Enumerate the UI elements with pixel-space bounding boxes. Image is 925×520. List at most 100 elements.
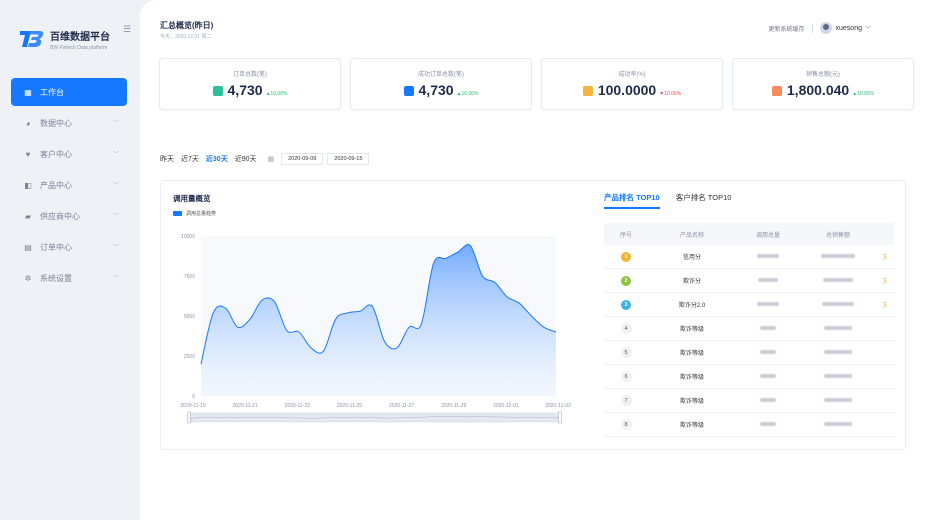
dashboard-icon: ▦	[24, 87, 32, 97]
table-row[interactable]: 6 欺诈等级	[604, 365, 894, 389]
product-name: 欺诈等级	[679, 399, 704, 405]
kpi-change: ▲10.00%	[457, 91, 479, 97]
avatar[interactable]	[819, 22, 832, 34]
table-row[interactable]: 3 欺诈分2.0 ＄	[604, 293, 894, 317]
table-row[interactable]: 4 欺诈等级	[604, 317, 894, 341]
kpi-value: 4,730	[418, 82, 454, 98]
product-name: 欺诈等级	[679, 351, 704, 357]
calendar-icon[interactable]: ▦	[268, 155, 275, 163]
range-filter-3[interactable]: 近90天	[235, 154, 257, 164]
sidebar-menu: ▦ 工作台 ◕ 数据中心 ﹀ ♥ 客户中心 ﹀ ◧ 产品中心 ﹀ ▰ 供应商中心 ﹀ ▤ 订单中心 ﹀ ✲ 系统设置…	[11, 78, 127, 295]
app-root: 百维数据平台 BW Fintech Data platform ☰ ▦ 工作台 ◕ 数…	[0, 0, 925, 520]
chart-svg: 0 2500 5000 7500 10000 2020-11-19 2020-11-21 20…	[180, 234, 571, 424]
rank-badge: 5	[620, 347, 632, 358]
settings-icon: ✲	[24, 273, 32, 283]
kpi-card: 成功订单总数(笔) 4,730 ▲10.00%	[350, 58, 532, 110]
kpi-change-value: 10.00%	[664, 91, 682, 97]
rank-badge: 8	[620, 419, 632, 430]
end-date-input[interactable]: 2020-09-15	[327, 153, 370, 165]
user-name[interactable]: xuesong	[836, 25, 862, 32]
kpi-label: 销售总额(元)	[806, 72, 840, 78]
chevron-down-icon: ﹀	[112, 214, 119, 220]
refresh-cache-link[interactable]: 更新系统缓存	[769, 24, 805, 33]
range-filter-2[interactable]: 近30天	[206, 154, 228, 164]
y-tick-label: 10000	[181, 234, 195, 240]
sidebar-item-4[interactable]: ▰ 供应商中心 ﹀	[11, 202, 127, 230]
column-header: 总销售额	[825, 232, 850, 239]
sidebar-item-label: 产品中心	[40, 180, 72, 190]
kpi-icon	[212, 86, 223, 96]
table-row[interactable]: 2 欺诈分 ＄	[604, 269, 894, 293]
chevron-down-icon: ﹀	[112, 183, 119, 189]
kpi-change-value: 10.00%	[270, 91, 288, 97]
sidebar-item-6[interactable]: ✲ 系统设置 ﹀	[11, 264, 127, 292]
page-date: 今天，2020.12.01 周二	[160, 34, 212, 40]
coin-icon: ＄	[881, 279, 888, 285]
x-tick-label: 2020-11-19	[180, 403, 205, 409]
start-date-input[interactable]: 2020-09-09	[281, 153, 324, 165]
table-header: 序号 产品名称 调用总量 总销售额	[604, 223, 894, 245]
sidebar-item-label: 数据中心	[40, 118, 72, 128]
ranking-table: 序号 产品名称 调用总量 总销售额 1 信用分 ＄ 2 欺诈分 ＄ 3 欺诈分2.0 ＄ 4 欺诈等级 5 欺…	[604, 223, 894, 437]
redacted-call-count	[757, 253, 779, 258]
sidebar-item-label: 工作台	[40, 87, 64, 97]
chevron-down-icon[interactable]: ﹀	[865, 24, 871, 33]
rank-badge: 7	[620, 395, 632, 406]
chevron-down-icon: ﹀	[112, 121, 119, 127]
product-name: 欺诈分2.0	[678, 303, 706, 309]
sidebar-item-label: 客户中心	[40, 149, 72, 159]
y-tick-label: 0	[192, 394, 195, 400]
redacted-call-count	[757, 301, 779, 306]
x-tick-label: 2020-12-01	[493, 403, 519, 409]
order-icon: ▤	[24, 242, 32, 252]
sidebar-item-0[interactable]: ▦ 工作台	[11, 78, 127, 106]
main-content: 汇总概览(昨日) 今天，2020.12.01 周二 更新系统缓存 xuesong…	[140, 0, 925, 520]
app-subtitle: BW Fintech Data platform	[50, 44, 108, 51]
table-row[interactable]: 5 欺诈等级	[604, 341, 894, 365]
sidebar-item-1[interactable]: ◕ 数据中心 ﹀	[11, 109, 127, 137]
data-icon: ◕	[25, 118, 31, 128]
chevron-down-icon: ﹀	[112, 276, 119, 282]
table-row[interactable]: 7 欺诈等级	[604, 389, 894, 413]
zoom-handle-right[interactable]	[558, 411, 562, 424]
redacted-sales-amount	[824, 373, 852, 378]
ranking-tabs: 产品排名 TOP10 客户排名 TOP10	[604, 192, 747, 209]
sidebar-item-2[interactable]: ♥ 客户中心 ﹀	[11, 140, 127, 168]
redacted-sales-amount	[824, 349, 852, 354]
product-name: 欺诈等级	[679, 375, 704, 381]
zoom-handle-left[interactable]	[187, 411, 191, 424]
tab-ranking-1[interactable]: 客户排名 TOP10	[676, 192, 732, 209]
menu-toggle-icon[interactable]: ☰	[123, 24, 131, 35]
logo-icon	[18, 29, 44, 49]
page-title: 汇总概览(昨日)	[160, 21, 214, 30]
kpi-value: 1,800.040	[786, 82, 850, 98]
range-filter-0[interactable]: 昨天	[160, 154, 174, 164]
logo[interactable]: 百维数据平台 BW Fintech Data platform	[0, 0, 140, 60]
call-volume-chart: 0 2500 5000 7500 10000 2020-11-19 2020-11-21 20…	[171, 226, 576, 431]
range-filter-1[interactable]: 近7天	[181, 154, 199, 164]
y-tick-label: 5000	[184, 314, 195, 320]
kpi-change-value: 10.00%	[461, 91, 479, 97]
sidebar-item-5[interactable]: ▤ 订单中心 ﹀	[11, 233, 127, 261]
overview-card: 调用量概览 调用总量趋势 0 2500 5000 7500 10000 2020-11-1…	[160, 180, 906, 450]
chevron-down-icon: ﹀	[112, 245, 119, 251]
chart-title: 调用量概览	[173, 194, 211, 203]
kpi-card: 销售总额(元) 1,800.040 ▲10.00%	[732, 58, 914, 110]
table-row[interactable]: 1 信用分 ＄	[604, 245, 894, 269]
sidebar-item-label: 订单中心	[40, 242, 72, 252]
table-row[interactable]: 8 欺诈等级	[604, 413, 894, 437]
column-header: 产品名称	[679, 232, 704, 239]
medal-icon: 1	[621, 251, 631, 262]
kpi-change-value: 10.00%	[857, 91, 875, 97]
date-filters: 昨天 近7天 近30天 近90天 ▦ 2020-09-09 2020-09-15	[160, 153, 373, 165]
redacted-call-count	[760, 397, 776, 402]
kpi-label: 成功率(%)	[618, 72, 646, 78]
sidebar-item-3[interactable]: ◧ 产品中心 ﹀	[11, 171, 127, 199]
x-tick-label: 2020-12-03	[545, 403, 571, 409]
y-tick-label: 2500	[184, 354, 195, 360]
tab-ranking-0[interactable]: 产品排名 TOP10	[604, 192, 660, 209]
redacted-sales-amount	[823, 277, 853, 282]
chart-legend[interactable]: 调用总量趋势	[173, 210, 216, 217]
redacted-sales-amount	[822, 301, 854, 306]
divider	[811, 23, 813, 33]
